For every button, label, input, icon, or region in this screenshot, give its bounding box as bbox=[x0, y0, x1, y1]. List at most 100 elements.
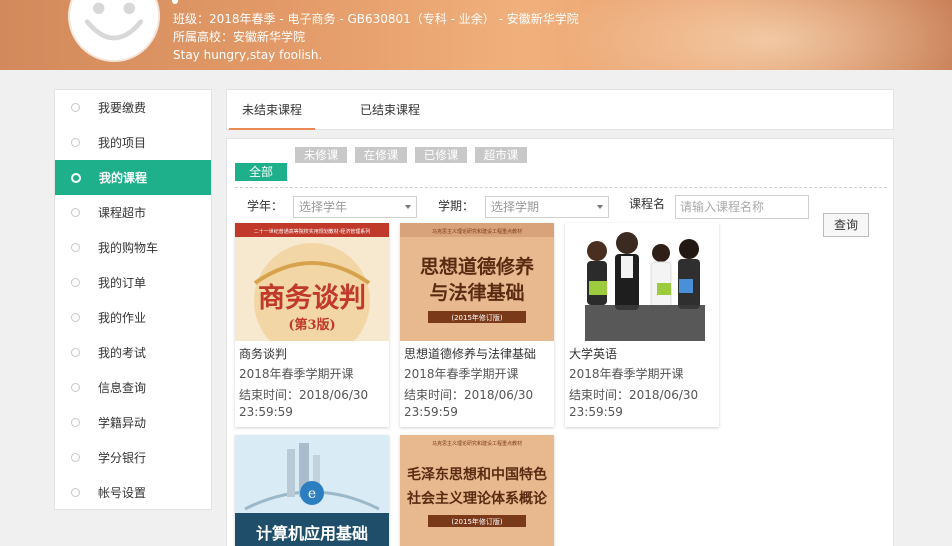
course-end-time: 结束时间：2018/06/30 23:59:59 bbox=[239, 388, 369, 419]
course-card[interactable]: e 计算机应用基础 bbox=[235, 435, 389, 546]
bullet-icon bbox=[71, 383, 80, 392]
bullet-icon bbox=[71, 208, 80, 217]
sidebar-item-status-change[interactable]: 学籍异动 bbox=[55, 405, 211, 440]
students-photo bbox=[565, 223, 719, 341]
term-select[interactable]: 选择学期 bbox=[485, 196, 609, 218]
book-cover-mao-theory: 马克思主义理论研究和建设工程重点教材 毛泽东思想和中国特色 社会主义理论体系概论… bbox=[400, 435, 554, 546]
year-select[interactable]: 选择学年 bbox=[293, 196, 417, 218]
sidebar-item-label: 我的课程 bbox=[99, 171, 148, 185]
course-cover: 二十一世纪普通高等院校实用规划教材·经济管理系列 商务谈判 (第3版) bbox=[235, 223, 389, 341]
sidebar: 我要缴费 我的项目 我的课程 课程超市 我的购物车 我的订单 我的作业 我的考试… bbox=[54, 89, 212, 510]
bullet-icon bbox=[71, 488, 80, 497]
course-card[interactable]: 二十一世纪普通高等院校实用规划教材·经济管理系列 商务谈判 (第3版) 商务谈判… bbox=[235, 223, 389, 427]
svg-text:商务谈判: 商务谈判 bbox=[258, 283, 366, 314]
course-cover: 马克思主义理论研究和建设工程重点教材 毛泽东思想和中国特色 社会主义理论体系概论… bbox=[400, 435, 554, 546]
svg-text:马克思主义理论研究和建设工程重点教材: 马克思主义理论研究和建设工程重点教材 bbox=[432, 440, 522, 447]
year-label: 学年： bbox=[247, 199, 284, 213]
course-cover bbox=[565, 223, 719, 341]
query-button[interactable]: 查询 bbox=[823, 213, 869, 237]
sidebar-item-label: 信息查询 bbox=[98, 381, 147, 395]
sidebar-item-label: 我的订单 bbox=[98, 276, 147, 290]
divider bbox=[235, 187, 887, 188]
sidebar-item-info-query[interactable]: 信息查询 bbox=[55, 370, 211, 405]
filter-completed-button[interactable]: 已修课 bbox=[415, 147, 467, 163]
sidebar-item-label: 帐号设置 bbox=[98, 486, 147, 500]
course-cover: e 计算机应用基础 bbox=[235, 435, 389, 546]
sidebar-item-my-courses[interactable]: 我的课程 bbox=[55, 160, 211, 195]
course-card[interactable]: 大学英语 2018年春季学期开课 结束时间：2018/06/30 23:59:5… bbox=[565, 223, 719, 427]
course-end-time: 结束时间：2018/06/30 23:59:59 bbox=[404, 388, 534, 419]
svg-text:思想道德修养: 思想道德修养 bbox=[420, 255, 534, 278]
tab-unfinished-courses[interactable]: 未结束课程 bbox=[229, 90, 315, 130]
filter-all-button[interactable]: 全部 bbox=[235, 163, 287, 181]
book-cover-computer-basics: e 计算机应用基础 bbox=[235, 435, 389, 546]
filter-market-button[interactable]: 超市课 bbox=[475, 147, 527, 163]
sidebar-item-orders[interactable]: 我的订单 bbox=[55, 265, 211, 300]
sidebar-item-payment[interactable]: 我要缴费 bbox=[55, 90, 211, 125]
course-panel: 全部 未修课 在修课 已修课 超市课 学年： 选择学年 学期： 选择学期 课程名… bbox=[226, 138, 894, 546]
svg-text:马克思主义理论研究和建设工程重点教材: 马克思主义理论研究和建设工程重点教材 bbox=[432, 228, 522, 235]
course-term: 2018年春季学期开课 bbox=[239, 367, 354, 381]
year-select-value: 选择学年 bbox=[299, 200, 348, 214]
sidebar-item-projects[interactable]: 我的项目 bbox=[55, 125, 211, 160]
svg-text:(2015年修订版): (2015年修订版) bbox=[451, 517, 503, 526]
sidebar-item-course-market[interactable]: 课程超市 bbox=[55, 195, 211, 230]
bullet-icon bbox=[71, 103, 80, 112]
course-title: 思想道德修养与法律基础 bbox=[404, 347, 537, 361]
avatar[interactable] bbox=[68, 0, 160, 62]
bullet-icon bbox=[71, 418, 80, 427]
svg-text:与法律基础: 与法律基础 bbox=[429, 281, 524, 304]
term-select-value: 选择学期 bbox=[491, 200, 540, 214]
course-title: 商务谈判 bbox=[239, 347, 288, 361]
book-cover-ethics-law: 马克思主义理论研究和建设工程重点教材 思想道德修养 与法律基础 (2015年修订… bbox=[400, 223, 554, 341]
bullet-icon bbox=[71, 172, 81, 183]
svg-text:计算机应用基础: 计算机应用基础 bbox=[256, 524, 368, 543]
svg-text:(第3版): (第3版) bbox=[288, 317, 335, 333]
sidebar-item-label: 我的项目 bbox=[98, 136, 147, 150]
sidebar-item-label: 我要缴费 bbox=[98, 101, 147, 115]
svg-text:社会主义理论体系概论: 社会主义理论体系概论 bbox=[406, 490, 548, 507]
filter-unstarted-button[interactable]: 未修课 bbox=[295, 147, 347, 163]
bullet-icon bbox=[71, 453, 80, 462]
sidebar-item-account-settings[interactable]: 帐号设置 bbox=[55, 475, 211, 510]
tab-finished-courses[interactable]: 已结束课程 bbox=[345, 90, 435, 130]
profile-banner: 班级：2018年春季 - 电子商务 - GB630801（专科 - 业余） - … bbox=[0, 0, 952, 70]
banner-glow bbox=[560, 0, 952, 70]
sidebar-item-label: 学籍异动 bbox=[98, 416, 147, 430]
bullet-icon bbox=[71, 278, 80, 287]
smiley-avatar-icon bbox=[70, 0, 158, 60]
status-dot bbox=[172, 0, 178, 4]
course-cover: 马克思主义理论研究和建设工程重点教材 思想道德修养 与法律基础 (2015年修订… bbox=[400, 223, 554, 341]
filter-in-progress-button[interactable]: 在修课 bbox=[355, 147, 407, 163]
chevron-down-icon bbox=[405, 205, 411, 209]
term-label: 学期： bbox=[438, 199, 475, 213]
sidebar-item-label: 我的购物车 bbox=[98, 241, 159, 255]
sidebar-item-label: 学分银行 bbox=[98, 451, 147, 465]
bullet-icon bbox=[71, 348, 80, 357]
sidebar-item-label: 我的考试 bbox=[98, 346, 147, 360]
bullet-icon bbox=[71, 138, 80, 147]
svg-text:(2015年修订版): (2015年修订版) bbox=[451, 313, 503, 322]
book-cover-business-negotiation: 二十一世纪普通高等院校实用规划教材·经济管理系列 商务谈判 (第3版) bbox=[235, 223, 389, 341]
course-end-time: 结束时间：2018/06/30 23:59:59 bbox=[569, 388, 699, 419]
sidebar-item-credit-bank[interactable]: 学分银行 bbox=[55, 440, 211, 475]
profile-info: 班级：2018年春季 - 电子商务 - GB630801（专科 - 业余） - … bbox=[173, 10, 579, 64]
course-name-input[interactable] bbox=[675, 195, 809, 219]
course-term: 2018年春季学期开课 bbox=[404, 367, 519, 381]
course-title: 大学英语 bbox=[569, 347, 618, 361]
sidebar-item-homework[interactable]: 我的作业 bbox=[55, 300, 211, 335]
course-card[interactable]: 马克思主义理论研究和建设工程重点教材 毛泽东思想和中国特色 社会主义理论体系概论… bbox=[400, 435, 554, 546]
school-info: 所属高校：安徽新华学院 bbox=[173, 30, 306, 44]
svg-text:毛泽东思想和中国特色: 毛泽东思想和中国特色 bbox=[407, 466, 547, 483]
sidebar-item-cart[interactable]: 我的购物车 bbox=[55, 230, 211, 265]
course-term: 2018年春季学期开课 bbox=[569, 367, 684, 381]
class-info: 班级：2018年春季 - 电子商务 - GB630801（专科 - 业余） - … bbox=[173, 12, 579, 26]
sidebar-item-exams[interactable]: 我的考试 bbox=[55, 335, 211, 370]
course-name-label: 课程名称： bbox=[629, 197, 666, 212]
sidebar-item-label: 课程超市 bbox=[98, 206, 147, 220]
course-card[interactable]: 马克思主义理论研究和建设工程重点教材 思想道德修养 与法律基础 (2015年修订… bbox=[400, 223, 554, 427]
svg-text:二十一世纪普通高等院校实用规划教材·经济管理系列: 二十一世纪普通高等院校实用规划教材·经济管理系列 bbox=[254, 228, 371, 235]
bullet-icon bbox=[71, 243, 80, 252]
bullet-icon bbox=[71, 313, 80, 322]
sidebar-item-label: 我的作业 bbox=[98, 311, 147, 325]
